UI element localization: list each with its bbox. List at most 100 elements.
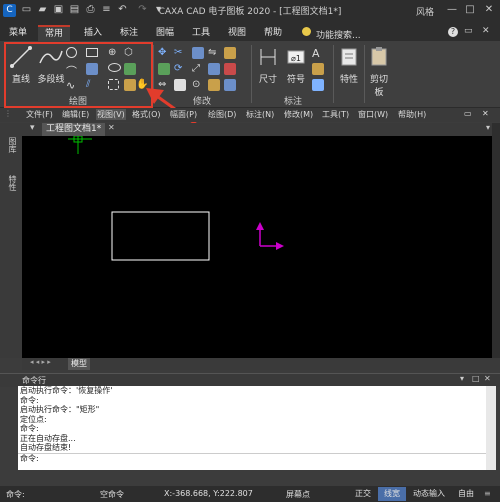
command-line: 正在自动存盘... <box>20 433 76 443</box>
menu-annotate[interactable]: 标注(N) <box>246 109 274 120</box>
menu-format[interactable]: 格式(O) <box>132 109 161 120</box>
separator <box>333 45 334 103</box>
status-coordinates: X:-368.668, Y:222.807 <box>164 489 253 498</box>
menu-window[interactable]: 窗口(W) <box>358 109 388 120</box>
text-icon[interactable]: A <box>312 47 324 60</box>
copy-icon[interactable] <box>158 63 170 75</box>
canvas-scrollbar[interactable] <box>492 123 500 358</box>
restore-icon[interactable]: ▭ <box>464 26 473 36</box>
menu-help[interactable]: 帮助(H) <box>398 109 426 120</box>
menu-file[interactable]: 文件(F) <box>26 109 53 120</box>
array-icon[interactable] <box>192 47 204 59</box>
menu-grip-icon: ⋮ <box>4 109 12 118</box>
separator <box>364 45 365 103</box>
mirror-icon[interactable]: ⇋ <box>208 47 220 59</box>
side-tab-library[interactable]: 图库 <box>4 137 18 153</box>
cursor-crosshair <box>68 135 92 154</box>
command-input[interactable]: 命令: <box>18 452 486 464</box>
menu-view[interactable]: 视图(V) <box>96 109 126 120</box>
symbol-icon: ⌀1 <box>287 50 305 64</box>
ucs-icon <box>256 222 284 250</box>
tab-sheet[interactable]: 图幅 <box>150 25 180 41</box>
properties-button[interactable]: 特性 <box>337 45 361 85</box>
style-label[interactable]: 风格 <box>416 5 434 18</box>
draw-group-highlight <box>4 42 153 108</box>
drawing-canvas[interactable] <box>22 135 492 358</box>
menu-draw[interactable]: 绘图(D) <box>208 109 236 120</box>
command-line: 定位点: <box>20 414 47 424</box>
free-toggle[interactable]: 自由 <box>454 487 478 501</box>
clipboard-button[interactable]: 剪切板 <box>366 45 392 98</box>
symbol-label: 符号 <box>286 75 305 85</box>
lightbulb-icon <box>302 27 311 36</box>
dimension-button[interactable]: 尺寸 <box>256 45 280 85</box>
tab-home[interactable]: 常用 <box>38 25 70 41</box>
dynamic-input-toggle[interactable]: 动态输入 <box>408 487 450 501</box>
doc-tab-icon: ▾ <box>30 123 35 133</box>
symbol-button[interactable]: ⌀1 符号 <box>284 45 308 85</box>
help-icon[interactable]: ? <box>448 27 458 37</box>
maximize-button[interactable]: □ <box>462 3 478 17</box>
feature-search[interactable]: 功能搜索... <box>316 28 361 41</box>
document-tab-bar: ▾ 工程图文档1* ✕ ▾ <box>22 123 500 136</box>
command-line: 命令: <box>20 395 39 405</box>
move-icon[interactable]: ✥ <box>158 47 170 59</box>
offset-icon[interactable] <box>208 63 220 75</box>
drawn-rectangle[interactable] <box>111 211 210 261</box>
close-doc-icon[interactable]: ✕ <box>482 26 490 36</box>
explode-icon[interactable] <box>224 63 236 75</box>
side-panel: 图库 特性 <box>0 123 22 358</box>
menu-bar: ⋮ 文件(F) 编辑(E) 视图(V) 格式(O) 幅面(P) 绘图(D) 标注… <box>0 108 500 122</box>
tab-annotate[interactable]: 标注 <box>114 25 144 41</box>
command-line: 启动执行命令：'恢复操作' <box>20 386 113 395</box>
menu-modify[interactable]: 修改(M) <box>284 109 313 120</box>
command-panel-pin-icon[interactable]: □ <box>472 374 480 383</box>
menu-restore-icon[interactable]: ▭ <box>464 109 472 118</box>
ortho-toggle[interactable]: 正交 <box>350 487 376 501</box>
rotate-icon[interactable]: ⟳ <box>174 63 186 75</box>
command-scrollbar[interactable] <box>486 386 496 470</box>
status-mode: 空命令 <box>100 490 124 499</box>
tab-menu[interactable]: 菜单 <box>4 25 32 41</box>
tab-tools[interactable]: 工具 <box>186 25 216 41</box>
status-menu-icon[interactable]: ≡ <box>484 489 491 498</box>
canvas-drawing <box>68 135 284 261</box>
model-tab-bar: ◂ ◂ ▸ ▸ 模型 <box>22 358 500 370</box>
lineweight-toggle[interactable]: 线宽 <box>378 487 406 501</box>
tab-insert[interactable]: 插入 <box>78 25 108 41</box>
tab-view[interactable]: 视图 <box>222 25 252 41</box>
doc-tab-menu-icon[interactable]: ▾ <box>486 123 490 132</box>
properties-panel-icon <box>341 48 357 66</box>
annotate-edit-icon[interactable] <box>312 63 324 75</box>
command-panel-close-icon[interactable]: ✕ <box>484 374 491 383</box>
menu-tools[interactable]: 工具(T) <box>322 109 349 120</box>
doc-tab[interactable]: 工程图文档1* <box>42 123 106 136</box>
properties-label: 特性 <box>339 75 358 85</box>
close-button[interactable]: ✕ <box>481 3 497 17</box>
command-panel-menu-icon[interactable]: ▾ <box>460 374 464 383</box>
command-panel-header: 命令行 ▾ □ ✕ <box>0 373 500 387</box>
nav-arrows-icon[interactable]: ◂ ◂ ▸ ▸ <box>30 358 51 366</box>
clipboard-label: 剪切板 <box>369 75 388 98</box>
scale-icon[interactable]: ⤢ <box>192 63 204 75</box>
status-snap[interactable]: 屏幕点 <box>286 489 310 500</box>
table-icon[interactable] <box>312 79 324 91</box>
command-panel-title: 命令行 <box>22 376 46 385</box>
doc-tab-close-icon[interactable]: ✕ <box>108 123 115 132</box>
model-tab[interactable]: 模型 <box>68 358 90 370</box>
command-output[interactable]: 启动执行命令：'恢复操作' 命令: 启动执行命令："矩形" 定位点: 命令: 正… <box>18 386 486 470</box>
tab-help[interactable]: 帮助 <box>258 25 288 41</box>
minimize-button[interactable]: — <box>444 3 460 17</box>
menu-edit[interactable]: 编辑(E) <box>62 109 89 120</box>
svg-text:⌀1: ⌀1 <box>291 54 301 63</box>
ribbon-tab-bar: 菜单 常用 插入 标注 图幅 工具 视图 帮助 功能搜索... ? ▭ ✕ <box>0 22 500 41</box>
command-line: 命令: <box>20 424 39 433</box>
menu-close-icon[interactable]: ✕ <box>482 109 489 118</box>
title-bar: C ▭ ▰ ▣ ▤ ⎙ ≡ ↶ ↷ ▾ CAXA CAD 电子图板 2020 -… <box>0 0 500 22</box>
edit-icon[interactable] <box>224 47 236 59</box>
status-command: 命令: <box>6 490 25 499</box>
trim-icon[interactable]: ✂ <box>174 47 186 59</box>
status-bar: 命令: 空命令 X:-368.668, Y:222.807 屏幕点 正交 线宽 … <box>0 486 500 502</box>
side-tab-properties[interactable]: 特性 <box>4 175 18 191</box>
menu-sheet[interactable]: 幅面(P) <box>170 109 197 120</box>
